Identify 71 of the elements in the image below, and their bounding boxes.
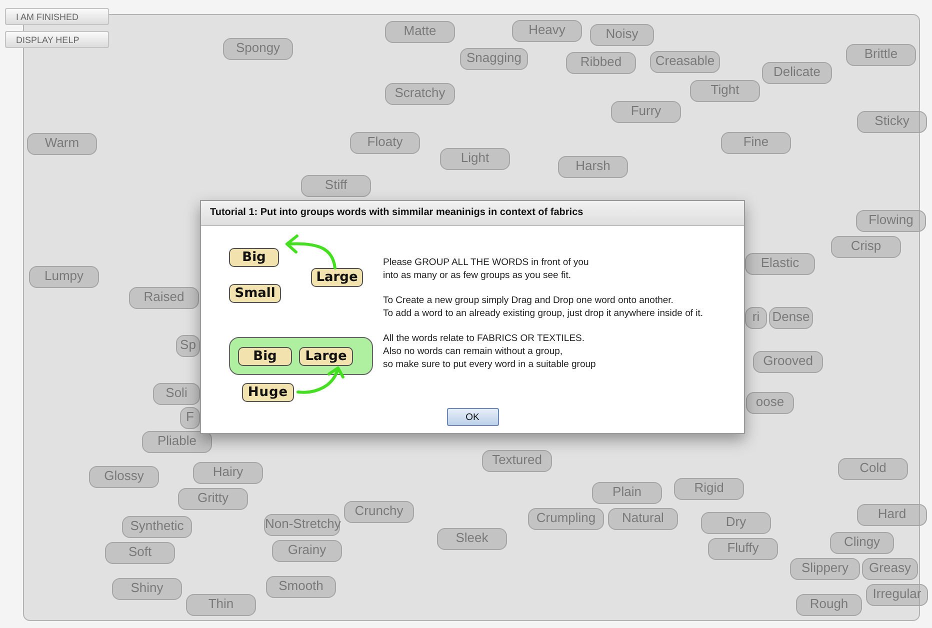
word-chip[interactable]: Sleek [437, 528, 507, 550]
word-chip[interactable]: Smooth [266, 576, 336, 598]
word-chip[interactable]: Synthetic [122, 516, 192, 538]
word-chip[interactable]: Textured [482, 450, 552, 472]
word-chip[interactable]: Hard [857, 504, 927, 526]
word-chip[interactable]: Hairy [193, 462, 263, 484]
word-chip[interactable]: Spongy [223, 38, 293, 60]
word-chip[interactable]: Soft [105, 542, 175, 564]
word-tag: Huge [242, 383, 294, 402]
word-tag: Large [299, 346, 353, 366]
word-chip[interactable]: Rigid [674, 478, 744, 500]
word-chip[interactable]: Rough [796, 594, 862, 616]
instruction-text: To Create a new group simply Drag and Drop one word onto another. To add a word to an already existing group, just drop it anywhere inside of it. [383, 294, 704, 320]
word-chip[interactable]: Crumpling [528, 508, 604, 530]
instruction-text: Please GROUP ALL THE WORDS in front of you into as many or as few groups as you see fit. [383, 256, 590, 282]
word-chip[interactable]: Flowing [856, 210, 926, 232]
instruction-text: All the words relate to FABRICS OR TEXTILES. Also no words can remain without a group, so make sure to put every word in a suitable group [383, 332, 597, 371]
top-button[interactable]: I AM FINISHED [5, 8, 109, 25]
word-chip[interactable]: Harsh [558, 156, 628, 178]
word-chip[interactable]: Noisy [590, 24, 654, 46]
word-chip[interactable]: Plain [592, 482, 662, 504]
word-chip[interactable]: Fluffy [708, 538, 778, 560]
word-chip[interactable]: Irregular [866, 584, 928, 606]
word-tag: Large [311, 268, 363, 287]
word-chip[interactable]: oose [746, 392, 794, 414]
word-chip[interactable]: Slippery [790, 558, 860, 580]
word-chip[interactable]: Tight [690, 80, 760, 102]
word-chip[interactable]: Sticky [857, 111, 927, 133]
word-chip[interactable]: Thin [186, 594, 256, 616]
word-chip[interactable]: Snagging [460, 48, 528, 70]
word-chip[interactable]: Ribbed [566, 52, 636, 74]
word-chip[interactable]: Floaty [350, 132, 420, 154]
word-chip[interactable]: Non-Stretchy [264, 514, 340, 536]
word-chip[interactable]: Grainy [272, 540, 342, 562]
word-chip[interactable]: ri [745, 307, 767, 329]
word-chip[interactable]: Raised [129, 287, 199, 309]
word-chip[interactable]: Furry [611, 101, 681, 123]
word-chip[interactable]: Grooved [753, 351, 823, 373]
word-chip[interactable]: Clingy [830, 532, 894, 554]
word-chip[interactable]: Matte [385, 21, 455, 43]
word-chip[interactable]: Stiff [301, 175, 371, 197]
word-chip[interactable]: Dry [701, 512, 771, 534]
word-chip[interactable]: Dense [769, 307, 813, 329]
word-chip[interactable]: Cold [838, 458, 908, 480]
dialog-title: Tutorial 1: Put into groups words with simmilar meaninigs in context of fabrics [201, 201, 744, 226]
word-chip[interactable]: Soli [153, 383, 200, 405]
word-chip[interactable]: Light [440, 148, 510, 170]
word-chip[interactable]: Gritty [178, 488, 248, 510]
word-chip[interactable]: F [180, 407, 200, 429]
word-chip[interactable]: Shiny [112, 578, 182, 600]
word-chip[interactable]: Glossy [89, 466, 159, 488]
word-chip[interactable]: Lumpy [29, 266, 99, 288]
word-chip[interactable]: Brittle [846, 44, 916, 66]
word-chip[interactable]: Creasable [650, 51, 720, 73]
word-chip[interactable]: Fine [721, 132, 791, 154]
word-chip[interactable]: Scratchy [385, 83, 455, 105]
word-chip[interactable]: Pliable [142, 431, 212, 453]
word-tag: Small [229, 284, 281, 303]
word-chip[interactable]: Delicate [762, 62, 832, 84]
word-tag: Big [238, 346, 292, 366]
word-chip[interactable]: Elastic [745, 253, 815, 275]
word-chip[interactable]: Heavy [512, 20, 582, 42]
word-chip[interactable]: Greasy [862, 558, 918, 580]
word-chip[interactable]: Warm [27, 133, 97, 155]
word-chip[interactable]: Crunchy [344, 501, 414, 523]
word-chip[interactable]: Natural [608, 508, 678, 530]
word-chip[interactable]: Sp [176, 335, 200, 357]
ok-button[interactable]: OK [446, 408, 498, 426]
top-button[interactable]: DISPLAY HELP [5, 31, 109, 48]
word-tag: Big [229, 248, 279, 267]
word-chip[interactable]: Crisp [831, 236, 901, 258]
